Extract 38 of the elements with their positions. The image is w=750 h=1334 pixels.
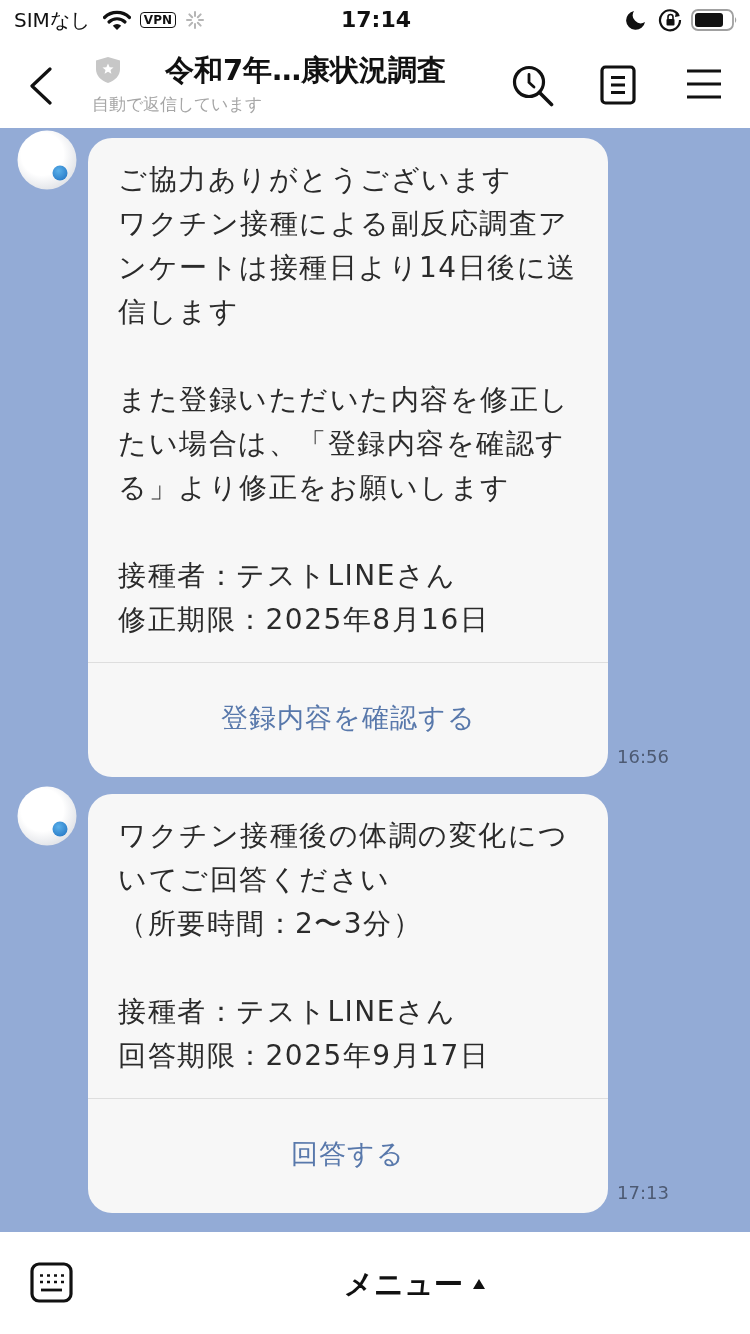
clock-search-icon <box>512 65 554 107</box>
vpn-badge: VPN <box>139 12 176 28</box>
message-line: 修正期限：2025年8月16日 <box>118 602 491 638</box>
wifi-icon <box>102 9 131 31</box>
back-button[interactable] <box>28 67 54 105</box>
keyboard-icon <box>30 1262 73 1303</box>
caret-up-icon <box>473 1279 485 1289</box>
message-time: 16:56 <box>617 747 669 767</box>
message-action-button[interactable]: 回答する <box>88 1098 608 1213</box>
message-line: （所要時間：2〜3分） <box>118 906 424 942</box>
document-icon <box>600 65 636 105</box>
message-line: 接種者：テストLINEさん <box>118 994 458 1030</box>
battery-icon <box>691 9 738 31</box>
message-line: ワクチン接種後の体調の変化についてご回答ください <box>118 818 570 898</box>
history-search-button[interactable] <box>512 65 554 107</box>
message-line: 接種者：テストLINEさん <box>118 558 458 594</box>
keyboard-button[interactable] <box>30 1262 73 1303</box>
message-line: ワクチン接種による副反応調査アンケートは接種日より14日後に送信します <box>118 206 578 330</box>
menu-icon <box>686 68 722 100</box>
carrier-label: SIMなし <box>14 8 90 32</box>
rotation-lock-icon <box>658 8 683 32</box>
menu-button[interactable] <box>686 68 722 100</box>
notes-button[interactable] <box>600 65 636 105</box>
message-time: 17:13 <box>617 1183 669 1203</box>
message-line: また登録いただいた内容を修正したい場合は、「登録内容を確認する」より修正をお願いします <box>118 382 571 506</box>
moon-icon <box>626 10 646 30</box>
loading-spinner-icon <box>186 11 204 29</box>
shield-star-icon <box>95 56 121 84</box>
chat-title: 令和7年…康状況調査 <box>165 52 447 88</box>
avatar-icon <box>17 130 77 190</box>
message-line: ご協力ありがとうございます <box>118 162 514 198</box>
message-line: 回答期限：2025年9月17日 <box>118 1038 491 1074</box>
auto-reply-status: 自動で返信しています <box>92 93 262 115</box>
clock-time: 17:14 <box>341 7 411 32</box>
chevron-left-icon <box>28 67 54 105</box>
rich-menu-toggle[interactable]: メニュー <box>344 1264 485 1304</box>
avatar-icon <box>17 786 77 846</box>
message-action-button[interactable]: 登録内容を確認する <box>88 662 608 777</box>
